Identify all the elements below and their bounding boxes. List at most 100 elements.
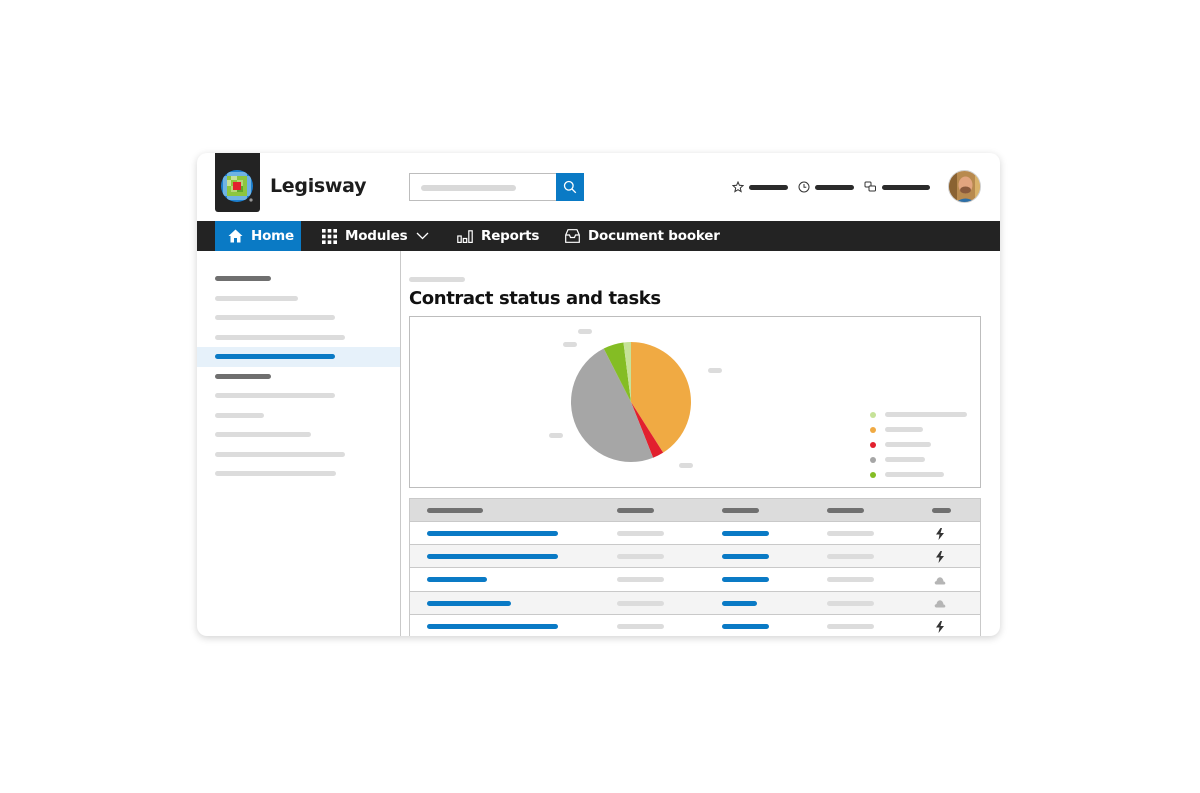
- nav-document-booker-label: Document booker: [588, 228, 720, 244]
- legend-label: [885, 427, 923, 432]
- clock-icon: [798, 181, 810, 193]
- messages-label: [882, 184, 930, 190]
- sidebar-item[interactable]: [197, 289, 400, 309]
- nav-home-label: Home: [251, 228, 294, 244]
- recent-button[interactable]: [798, 181, 854, 193]
- search-button[interactable]: [556, 173, 584, 201]
- table-cell: [827, 577, 874, 583]
- sidebar-heading: [197, 367, 400, 387]
- pie-data-label-1: [563, 342, 577, 347]
- sidebar-item[interactable]: [197, 464, 400, 484]
- table-row[interactable]: [410, 568, 980, 592]
- table-cell: [827, 531, 874, 536]
- party-link[interactable]: [722, 577, 769, 583]
- main-nav: Home Modules Reports Document booker: [197, 221, 1000, 251]
- inbox-icon: [565, 229, 580, 243]
- party-link[interactable]: [722, 554, 769, 560]
- favorites-button[interactable]: [732, 181, 788, 193]
- search-icon: [563, 180, 577, 194]
- sidebar-item-selected[interactable]: [197, 347, 400, 367]
- pie-data-label-3: [549, 433, 563, 438]
- nav-reports-label: Reports: [481, 228, 540, 244]
- home-icon: [228, 229, 243, 243]
- column-header[interactable]: [427, 508, 483, 513]
- star-icon: [732, 181, 744, 193]
- column-header[interactable]: [932, 508, 951, 513]
- pie-data-label-4: [679, 463, 693, 468]
- cloud-icon: [933, 597, 947, 611]
- favorites-label: [749, 184, 788, 190]
- table-row[interactable]: [410, 522, 980, 546]
- table-cell: [617, 600, 664, 606]
- legend-item[interactable]: [870, 422, 967, 437]
- legend-item[interactable]: [870, 452, 967, 467]
- chat-icon: [864, 181, 876, 192]
- messages-button[interactable]: [864, 181, 930, 193]
- table-cell: [827, 554, 874, 560]
- sidebar-item[interactable]: [197, 445, 400, 465]
- nav-home[interactable]: Home: [215, 221, 301, 251]
- legend-item[interactable]: [870, 467, 967, 482]
- legend-label: [885, 412, 967, 417]
- chart-panel: [409, 316, 981, 488]
- legend-swatch: [870, 456, 876, 463]
- contract-link[interactable]: [427, 577, 487, 583]
- logo-globe-icon: [221, 170, 253, 202]
- table-row[interactable]: [410, 591, 980, 615]
- avatar-photo: [949, 171, 980, 202]
- recent-label: [815, 184, 854, 190]
- legend-label: [885, 442, 931, 447]
- chevron-down-icon[interactable]: [416, 232, 429, 240]
- header-tools: [732, 181, 940, 193]
- brand-name: Legisway: [270, 175, 367, 197]
- sidebar-item[interactable]: [197, 386, 400, 406]
- grid-icon: [322, 228, 337, 244]
- legend-item[interactable]: [870, 437, 967, 452]
- sidebar-item[interactable]: [197, 406, 400, 426]
- column-header[interactable]: [827, 508, 864, 513]
- bar-chart-icon: [457, 229, 473, 243]
- party-link[interactable]: [722, 623, 769, 629]
- column-header[interactable]: [722, 508, 759, 513]
- table-cell: [617, 531, 664, 536]
- pie-data-label-0: [578, 329, 592, 334]
- table-cell: [617, 554, 664, 560]
- lightning-icon: [933, 620, 947, 634]
- nav-modules-label: Modules: [345, 228, 408, 244]
- nav-document-booker[interactable]: Document booker: [565, 221, 720, 251]
- party-link[interactable]: [722, 531, 769, 536]
- search-input[interactable]: [409, 173, 584, 201]
- party-link[interactable]: [722, 600, 757, 606]
- contract-link[interactable]: [427, 623, 558, 629]
- nav-reports[interactable]: Reports: [457, 221, 539, 251]
- cloud-icon: [933, 573, 947, 587]
- breadcrumb[interactable]: [409, 277, 465, 282]
- contract-link[interactable]: [427, 531, 558, 536]
- contract-link[interactable]: [427, 554, 558, 560]
- sidebar-item[interactable]: [197, 425, 400, 445]
- chart-legend: [870, 407, 967, 482]
- table-row[interactable]: [410, 545, 980, 569]
- table-row[interactable]: [410, 615, 980, 636]
- legend-item[interactable]: [870, 407, 967, 422]
- contract-link[interactable]: [427, 600, 511, 606]
- legend-label: [885, 472, 944, 477]
- sidebar-item[interactable]: [197, 308, 400, 328]
- user-avatar[interactable]: [948, 170, 981, 203]
- search-placeholder: [421, 185, 516, 191]
- app-window: Legisway Home Modules Reports Document b…: [197, 153, 1000, 636]
- legend-swatch: [870, 411, 876, 418]
- sidebar-heading: [197, 269, 400, 289]
- table-cell: [827, 623, 874, 629]
- contracts-table: [409, 498, 981, 636]
- legend-swatch: [870, 471, 876, 478]
- legend-swatch: [870, 441, 876, 448]
- nav-modules[interactable]: Modules: [322, 221, 429, 251]
- column-header[interactable]: [617, 508, 654, 513]
- pie-data-label-2: [708, 368, 722, 373]
- legend-swatch: [870, 426, 876, 433]
- sidebar-item[interactable]: [197, 328, 400, 348]
- page-title: Contract status and tasks: [409, 288, 661, 309]
- logo[interactable]: [215, 153, 260, 212]
- lightning-icon: [933, 550, 947, 564]
